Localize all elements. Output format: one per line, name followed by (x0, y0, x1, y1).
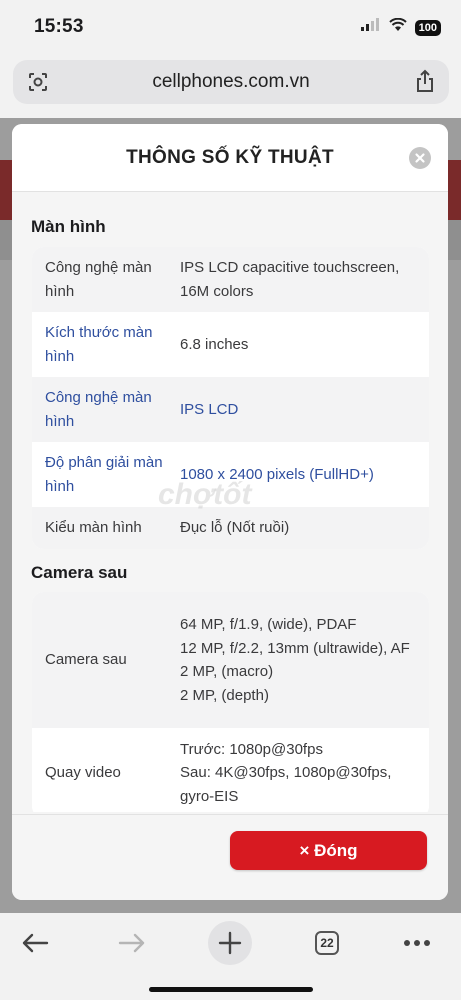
spec-value-line: 2 MP, (macro) (180, 663, 274, 680)
spec-row: Camera sau 64 MP, f/1.9, (wide), PDAF 12… (32, 592, 429, 728)
modal-title: THÔNG SỐ KỸ THUẬT (126, 147, 334, 168)
spec-row: Quay video Trước: 1080p@30fps Sau: 4K@30… (32, 728, 429, 812)
share-icon[interactable] (415, 69, 435, 98)
tabs-overview-button[interactable]: 22 (305, 921, 349, 965)
spec-value-line: 64 MP, f/1.9, (wide), PDAF (180, 616, 357, 633)
status-bar: 15:53 100 (0, 0, 461, 52)
spec-label: Công nghệ màn hình (45, 259, 152, 300)
rear-camera-spec-table: Camera sau 64 MP, f/1.9, (wide), PDAF 12… (32, 592, 429, 812)
watermark-logo: chợtốt (158, 478, 252, 511)
spec-label: Kiểu màn hình (45, 519, 142, 537)
browser-top-bar: cellphones.com.vn (0, 52, 461, 118)
spec-label-link[interactable]: Kích thước màn hình (32, 312, 180, 377)
address-bar[interactable]: cellphones.com.vn (13, 60, 449, 104)
section-title-rear-camera: Camera sau (31, 563, 128, 582)
back-arrow-icon[interactable] (13, 921, 57, 965)
modal-header: THÔNG SỐ KỸ THUẬT (12, 124, 448, 192)
wifi-icon (388, 17, 407, 37)
status-icons: 100 (360, 17, 441, 37)
specs-modal: THÔNG SỐ KỸ THUẬT Màn hình Công nghệ màn… (12, 124, 448, 900)
spec-value-link[interactable]: IPS LCD (180, 377, 429, 442)
spec-value-line: Sau: 4K@30fps, 1080p@30fps, gyro-EIS (180, 764, 392, 805)
section-title-display: Màn hình (31, 217, 106, 236)
spec-value: 6.8 inches (180, 335, 249, 353)
spec-label-link[interactable]: Công nghệ màn hình (32, 377, 180, 442)
spec-label: Camera sau (45, 651, 127, 669)
spec-row: Kích thước màn hình 6.8 inches (32, 312, 429, 377)
close-icon[interactable] (409, 147, 431, 169)
spec-value: Đục lỗ (Nốt ruồi) (180, 519, 290, 537)
spec-label: Quay video (45, 764, 121, 782)
cellular-signal-icon (360, 18, 381, 37)
forward-arrow-icon[interactable] (110, 921, 154, 965)
spec-value-line: 2 MP, (depth) (180, 686, 269, 704)
modal-footer: × Đóng (12, 814, 448, 900)
spec-row: Kiểu màn hình Đục lỗ (Nốt ruồi) (32, 507, 429, 549)
spec-value: IPS LCD capacitive touchscreen, 16M colo… (180, 259, 400, 300)
battery-icon: 100 (414, 19, 441, 36)
status-time: 15:53 (34, 16, 84, 37)
spec-value: Trước: 1080p@30fps Sau: 4K@30fps, 1080p@… (180, 728, 429, 812)
home-indicator (149, 987, 313, 992)
spec-row: Công nghệ màn hình IPS LCD capacitive to… (32, 247, 429, 312)
spec-value-line: 12 MP, f/2.2, 13mm (ultrawide), AF (180, 639, 410, 657)
close-button[interactable]: × Đóng (230, 831, 427, 870)
spec-value-line: Trước: 1080p@30fps (180, 740, 323, 758)
new-tab-plus-icon[interactable] (208, 921, 252, 965)
url-text[interactable]: cellphones.com.vn (13, 71, 449, 93)
spec-value: 64 MP, f/1.9, (wide), PDAF 12 MP, f/2.2,… (180, 592, 429, 728)
spec-row: Công nghệ màn hình IPS LCD (32, 377, 429, 442)
tabs-count-badge: 22 (315, 931, 339, 955)
more-menu-icon[interactable] (395, 921, 439, 965)
